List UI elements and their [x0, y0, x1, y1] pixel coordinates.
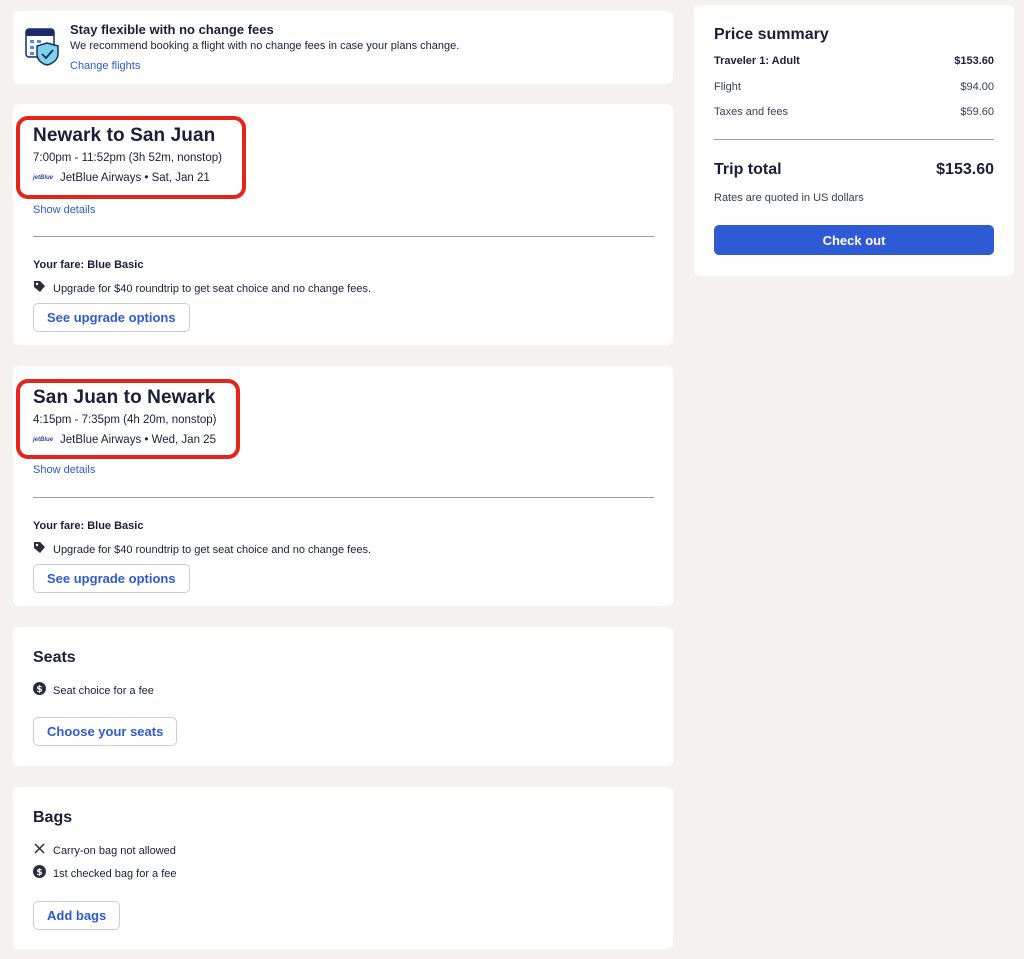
taxes-label: Taxes and fees [714, 106, 788, 118]
taxes-row: Taxes and fees $59.60 [714, 106, 994, 118]
traveler-row: Traveler 1: Adult $153.60 [714, 55, 994, 67]
jetblue-logo-icon: jetBlue [33, 175, 54, 181]
add-bags-button[interactable]: Add bags [33, 901, 121, 930]
flight-price-row: Flight $94.00 [714, 81, 994, 93]
calendar-shield-icon [25, 27, 61, 67]
show-details-link[interactable]: Show details [33, 204, 95, 216]
price-summary-title: Price summary [714, 26, 829, 43]
flight-times: 4:15pm - 7:35pm (4h 20m, nonstop) [33, 414, 217, 426]
bags-title: Bags [33, 809, 73, 826]
bags-card: Bags Carry-on bag not allowed $ 1st chec… [13, 787, 673, 949]
banner-title: Stay flexible with no change fees [70, 22, 274, 37]
see-upgrade-options-button[interactable]: See upgrade options [33, 564, 190, 593]
upgrade-text: Upgrade for $40 roundtrip to get seat ch… [53, 283, 371, 295]
dollar-circle-icon: $ [33, 865, 46, 883]
airline-date: JetBlue Airways • Wed, Jan 25 [60, 434, 216, 446]
dollar-circle-icon: $ [33, 682, 46, 700]
svg-text:$: $ [36, 868, 42, 878]
checked-bag-row: $ 1st checked bag for a fee [33, 865, 177, 883]
currency-note: Rates are quoted in US dollars [714, 192, 864, 204]
flight-title: Newark to San Juan [33, 125, 216, 146]
seat-info-row: $ Seat choice for a fee [33, 682, 154, 700]
carry-on-text: Carry-on bag not allowed [53, 845, 176, 857]
airline-date: JetBlue Airways • Sat, Jan 21 [60, 172, 210, 184]
flight-card-outbound: Newark to San Juan 7:00pm - 11:52pm (3h … [13, 104, 673, 345]
seats-card: Seats $ Seat choice for a fee Choose you… [13, 627, 673, 766]
trip-total-label: Trip total [714, 161, 782, 178]
svg-text:$: $ [36, 685, 42, 695]
trip-total-row: Trip total $153.60 [714, 161, 994, 179]
seats-title: Seats [33, 649, 76, 666]
fare-label: Your fare: Blue Basic [33, 520, 144, 532]
flight-card-return: San Juan to Newark 4:15pm - 7:35pm (4h 2… [13, 366, 673, 606]
no-change-fees-banner: Stay flexible with no change fees We rec… [13, 11, 673, 84]
taxes-amount: $59.60 [960, 106, 994, 118]
jetblue-logo-icon: jetBlue [33, 437, 54, 443]
price-summary-card: Price summary Traveler 1: Adult $153.60 … [694, 5, 1014, 276]
flight-title: San Juan to Newark [33, 387, 216, 408]
divider [33, 236, 654, 237]
traveler-amount: $153.60 [954, 55, 994, 67]
tag-icon [33, 280, 46, 298]
traveler-label: Traveler 1: Adult [714, 55, 800, 67]
check-out-button[interactable]: Check out [714, 225, 994, 255]
seat-info-text: Seat choice for a fee [53, 685, 154, 697]
divider [714, 139, 994, 140]
divider [33, 497, 654, 498]
airline-row: jetBlue JetBlue Airways • Sat, Jan 21 [33, 172, 210, 184]
flight-times: 7:00pm - 11:52pm (3h 52m, nonstop) [33, 152, 223, 164]
banner-message: We recommend booking a flight with no ch… [70, 40, 460, 52]
flight-amount: $94.00 [960, 81, 994, 93]
close-icon [33, 842, 46, 860]
upgrade-text: Upgrade for $40 roundtrip to get seat ch… [53, 544, 371, 556]
trip-total-amount: $153.60 [936, 161, 994, 178]
fare-label: Your fare: Blue Basic [33, 259, 144, 271]
show-details-link[interactable]: Show details [33, 464, 95, 476]
choose-seats-button[interactable]: Choose your seats [33, 717, 178, 746]
airline-row: jetBlue JetBlue Airways • Wed, Jan 25 [33, 434, 216, 446]
tag-icon [33, 541, 46, 559]
upgrade-row: Upgrade for $40 roundtrip to get seat ch… [33, 280, 371, 298]
change-flights-link[interactable]: Change flights [70, 60, 140, 72]
see-upgrade-options-button[interactable]: See upgrade options [33, 303, 190, 332]
carry-on-row: Carry-on bag not allowed [33, 842, 176, 860]
upgrade-row: Upgrade for $40 roundtrip to get seat ch… [33, 541, 371, 559]
flight-label: Flight [714, 81, 741, 93]
checked-bag-text: 1st checked bag for a fee [53, 868, 177, 880]
